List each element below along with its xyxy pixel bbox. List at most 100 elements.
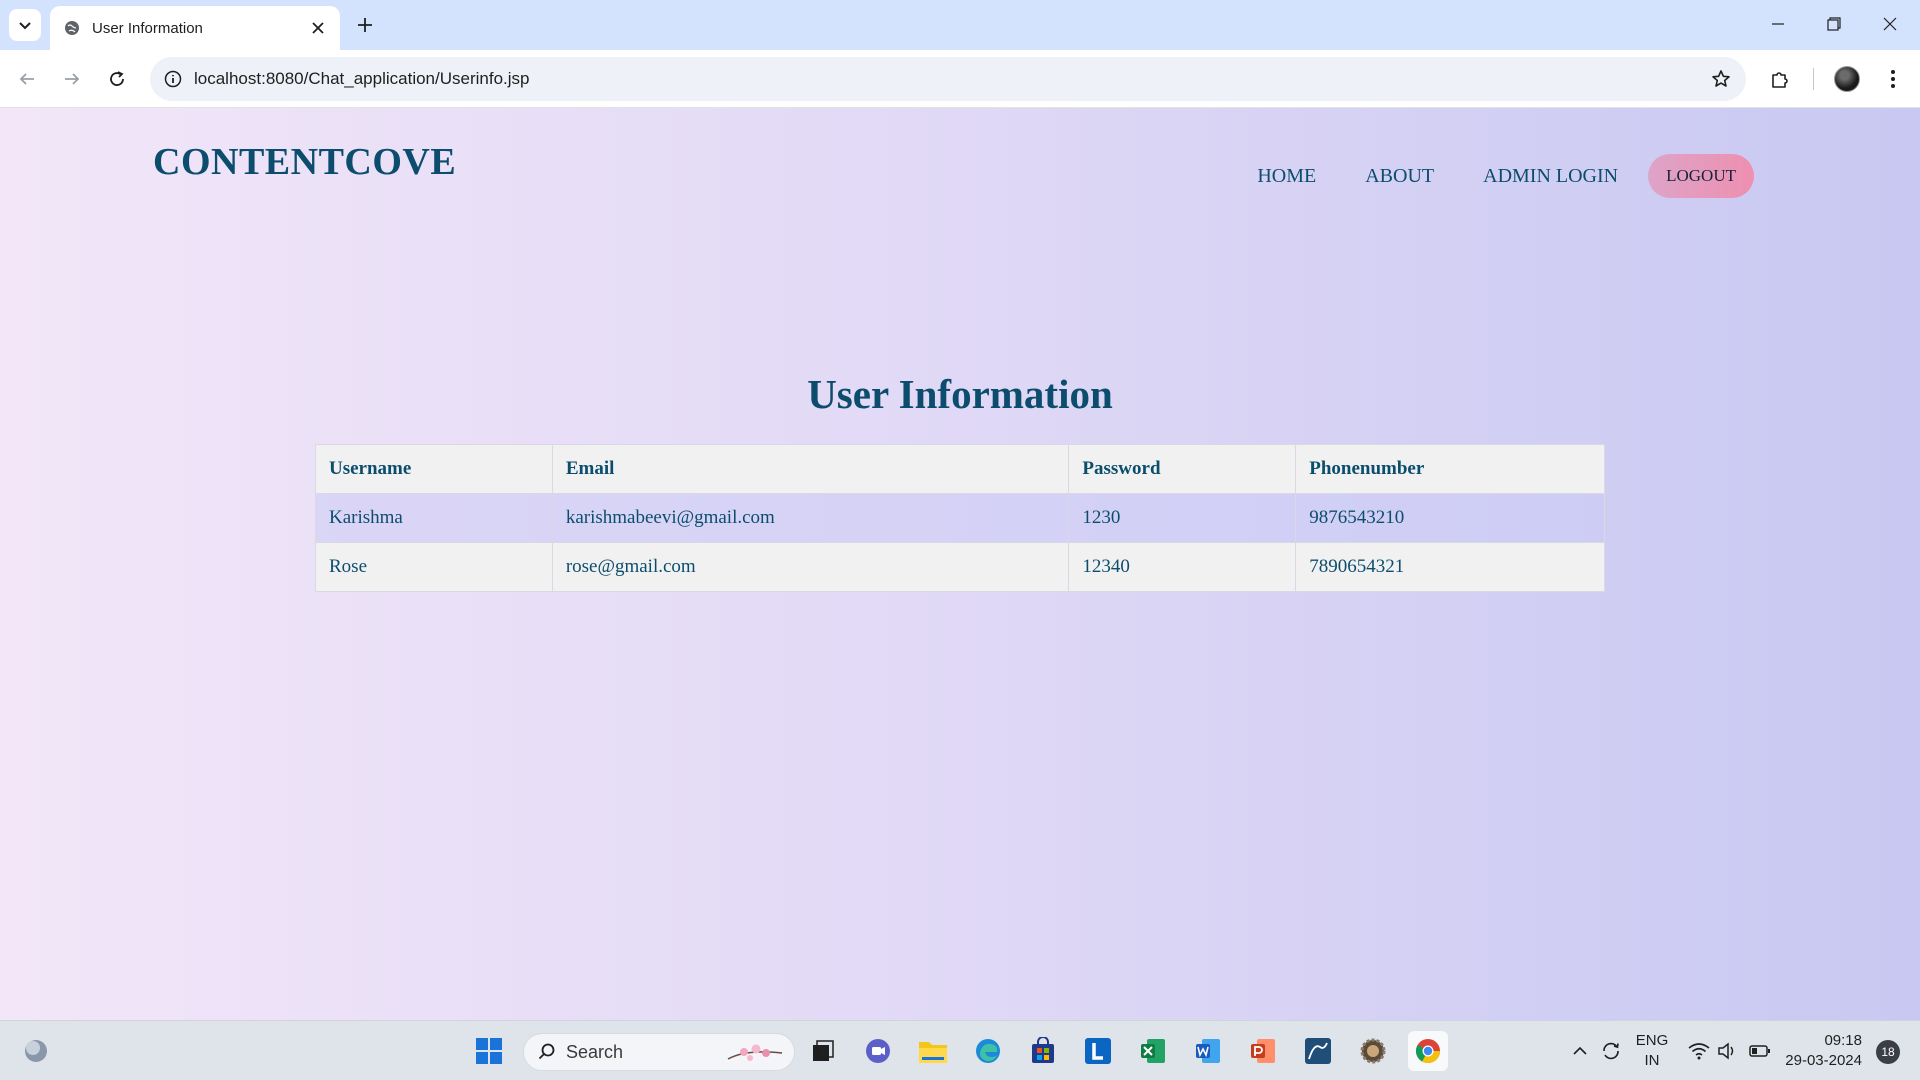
taskbar-search[interactable]: Search: [523, 1033, 795, 1071]
taskbar-file-explorer[interactable]: [913, 1031, 953, 1071]
input-language-indicator[interactable]: ENG IN: [1634, 1031, 1670, 1071]
taskbar-clock[interactable]: 09:18 29-03-2024: [1782, 1031, 1862, 1071]
extensions-button[interactable]: [1763, 62, 1797, 96]
region-code: IN: [1644, 1052, 1660, 1069]
reload-icon: [110, 71, 124, 86]
taskbar-task-view[interactable]: [803, 1031, 843, 1071]
taskbar-excel[interactable]: [1133, 1031, 1173, 1071]
reload-button[interactable]: [100, 62, 134, 96]
word-icon: [1196, 1039, 1220, 1063]
password-cell: 12340: [1068, 542, 1297, 592]
new-tab-button[interactable]: [350, 10, 380, 40]
taskbar-edge[interactable]: [968, 1031, 1008, 1071]
volume-icon: [1718, 1042, 1734, 1060]
close-icon: [1883, 17, 1897, 31]
phonenumber-cell: 7890654321: [1295, 542, 1605, 592]
column-header-email: Email: [551, 444, 1070, 494]
bookmark-button[interactable]: [1704, 62, 1738, 96]
volume-button[interactable]: [1716, 1031, 1738, 1071]
language-code: ENG: [1635, 1032, 1669, 1049]
wifi-button[interactable]: [1686, 1031, 1712, 1071]
table-header-row: Username Email Password Phonenumber: [315, 444, 1605, 494]
taskbar-powerpoint[interactable]: [1243, 1031, 1283, 1071]
forward-button[interactable]: [55, 62, 89, 96]
site-logo[interactable]: CONTENTCOVE: [153, 140, 456, 184]
nav-home-link[interactable]: HOME: [1257, 165, 1316, 188]
username-cell: Karishma: [315, 493, 553, 543]
task-view-icon: [813, 1040, 834, 1061]
minimize-button[interactable]: [1750, 4, 1806, 44]
letter-l-app-icon: [1085, 1038, 1111, 1064]
star-icon: [1712, 70, 1730, 87]
avatar: [1834, 66, 1860, 92]
start-button[interactable]: [469, 1031, 509, 1071]
profile-button[interactable]: [1830, 62, 1864, 96]
weather-icon: [25, 1040, 47, 1062]
email-cell: rose@gmail.com: [551, 542, 1070, 592]
column-header-password: Password: [1068, 444, 1297, 494]
taskbar-chrome[interactable]: [1408, 1031, 1448, 1071]
username-cell: Rose: [315, 542, 553, 592]
taskbar-word[interactable]: [1188, 1031, 1228, 1071]
email-cell: karishmabeevi@gmail.com: [551, 493, 1070, 543]
url-text[interactable]: localhost:8080/Chat_application/Userinfo…: [194, 69, 1704, 89]
tab-strip: User Information: [0, 0, 1920, 50]
restore-icon: [1827, 17, 1841, 31]
window-close-button[interactable]: [1862, 4, 1918, 44]
restore-button[interactable]: [1806, 4, 1862, 44]
sync-icon: [1603, 1042, 1619, 1060]
taskbar-app-l[interactable]: [1078, 1031, 1118, 1071]
chrome-icon: [1415, 1039, 1440, 1064]
table-row: Karishma karishmabeevi@gmail.com 1230 98…: [315, 493, 1605, 543]
tab-title: User Information: [92, 19, 203, 37]
page-title: User Information: [807, 371, 1113, 417]
windows-icon: [476, 1038, 502, 1064]
database-tool-icon: [1305, 1038, 1331, 1064]
taskbar-widgets-button[interactable]: [16, 1031, 56, 1071]
tab-search-button[interactable]: [9, 9, 41, 41]
taskbar-teams[interactable]: [858, 1031, 898, 1071]
search-icon: [538, 1043, 555, 1060]
chevron-up-icon: [1573, 1046, 1587, 1055]
edge-browser-icon: [976, 1039, 1000, 1063]
taskbar: Search ENG IN 09:18 29-03-2024 18: [0, 1020, 1920, 1080]
puzzle-icon: [1772, 72, 1788, 88]
sync-tray-button[interactable]: [1598, 1031, 1624, 1071]
video-chat-icon: [866, 1039, 890, 1063]
cat-gear-icon: [1360, 1038, 1386, 1064]
battery-button[interactable]: [1748, 1031, 1772, 1071]
site-nav: HOME ABOUT ADMIN LOGIN LOGOUT: [1208, 154, 1754, 198]
minimize-icon: [1772, 23, 1784, 25]
cherry-blossom-icon: [727, 1044, 783, 1061]
site-info-icon: [164, 70, 182, 88]
excel-icon: [1141, 1039, 1165, 1063]
nav-about-link[interactable]: ABOUT: [1365, 165, 1434, 188]
column-header-phonenumber: Phonenumber: [1295, 444, 1605, 494]
battery-icon: [1749, 1045, 1770, 1057]
browser-menu-button[interactable]: [1876, 62, 1910, 96]
folder-icon: [919, 1042, 947, 1063]
taskbar-store[interactable]: [1023, 1031, 1063, 1071]
powerpoint-icon: [1251, 1039, 1275, 1063]
taskbar-mysql-workbench[interactable]: [1298, 1031, 1338, 1071]
wifi-icon: [1688, 1043, 1710, 1060]
clock-time: 09:18: [1824, 1032, 1862, 1049]
user-table: Username Email Password Phonenumber Kari…: [315, 444, 1605, 592]
tab-close-button[interactable]: [304, 14, 332, 42]
taskbar-app-gear[interactable]: [1353, 1031, 1393, 1071]
chevron-down-icon: [19, 22, 31, 30]
table-row: Rose rose@gmail.com 12340 7890654321: [315, 542, 1605, 592]
show-hidden-icons-button[interactable]: [1568, 1031, 1592, 1071]
back-button[interactable]: [10, 62, 44, 96]
taskbar-search-placeholder: Search: [566, 1041, 624, 1062]
toolbar-divider: [1813, 68, 1814, 90]
globe-icon: [65, 21, 79, 35]
nav-admin-login-link[interactable]: ADMIN LOGIN: [1483, 165, 1618, 188]
notification-badge[interactable]: 18: [1876, 1040, 1900, 1064]
clock-date: 29-03-2024: [1785, 1052, 1862, 1069]
browser-tab[interactable]: User Information: [50, 6, 340, 50]
plus-icon: [358, 18, 372, 32]
address-bar[interactable]: localhost:8080/Chat_application/Userinfo…: [150, 57, 1746, 101]
arrow-right-icon: [65, 73, 80, 85]
logout-button[interactable]: LOGOUT: [1648, 154, 1754, 198]
